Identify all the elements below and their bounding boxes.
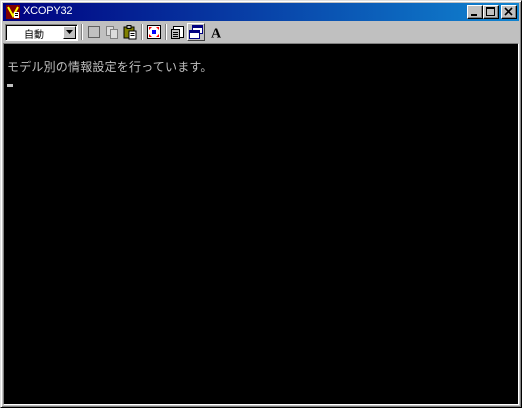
svg-text:A: A [211, 27, 222, 41]
toolbar: 自動 A [3, 22, 519, 42]
chevron-down-icon [66, 30, 73, 34]
properties-button[interactable] [169, 23, 187, 41]
paste-button[interactable] [121, 23, 139, 41]
mark-icon [88, 26, 100, 38]
minimize-button[interactable] [467, 5, 483, 19]
toolbar-separator [165, 24, 167, 40]
minimize-icon [471, 14, 477, 16]
maximize-button[interactable] [483, 5, 499, 19]
mark-button[interactable] [85, 23, 103, 41]
properties-icon [171, 26, 184, 39]
fullscreen-button[interactable] [145, 23, 163, 41]
mode-select-value: 自動 [24, 30, 44, 41]
window-title: XCOPY32 [23, 5, 73, 17]
text-cursor [7, 84, 13, 87]
font-button[interactable]: A [207, 23, 225, 41]
console-line: モデル別の情報設定を行っています。 [7, 60, 213, 74]
background-icon [189, 25, 203, 39]
close-icon [504, 7, 513, 16]
mode-select[interactable]: 自動 [5, 24, 78, 41]
font-icon: A [211, 27, 222, 41]
close-button[interactable] [501, 5, 517, 19]
fullscreen-icon [147, 25, 161, 39]
paste-icon [123, 25, 137, 40]
copy-icon [106, 26, 118, 39]
console-window: XCOPY32 自動 A モデル別の情報設定を行っています。 [0, 0, 522, 408]
toolbar-separator [141, 24, 143, 40]
toolbar-separator [81, 24, 83, 40]
console-output[interactable]: モデル別の情報設定を行っています。 [3, 43, 519, 405]
copy-button[interactable] [103, 23, 121, 41]
app-icon[interactable] [5, 4, 21, 20]
background-button[interactable] [187, 23, 205, 41]
maximize-icon [486, 7, 495, 16]
title-bar[interactable]: XCOPY32 [3, 3, 519, 21]
dropdown-arrow-button[interactable] [63, 26, 76, 39]
